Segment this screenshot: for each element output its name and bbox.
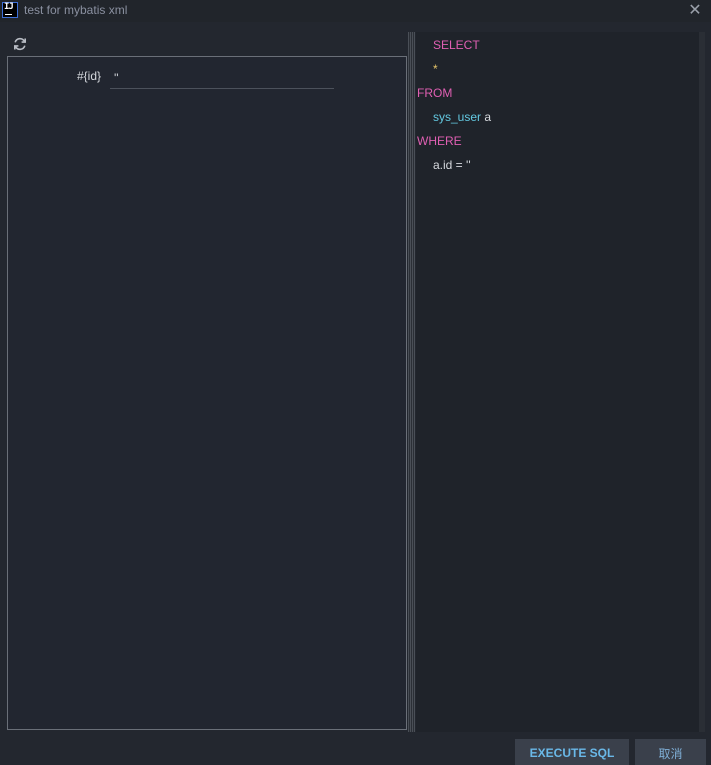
close-icon[interactable]: ✕ xyxy=(687,1,703,19)
sql-keyword-from: FROM xyxy=(417,86,453,100)
sql-table-alias: a xyxy=(484,110,492,124)
param-name: #{id} xyxy=(77,69,102,83)
sql-preview-panel: SELECT * FROM sys_user a WHERE a.id = '' xyxy=(416,32,705,732)
sql-select-star: * xyxy=(433,62,438,76)
execute-sql-button[interactable]: EXECUTE SQL xyxy=(515,739,629,765)
refresh-icon[interactable] xyxy=(12,36,28,52)
cancel-button[interactable]: 取消 xyxy=(635,739,706,765)
sql-keyword-select: SELECT xyxy=(433,38,480,52)
sql-where-condition: a.id = '' xyxy=(433,158,471,172)
sql-from-clause: sys_user a xyxy=(433,110,491,124)
window-title: test for mybatis xml xyxy=(24,3,128,17)
dialog-footer: EXECUTE SQL 取消 xyxy=(0,732,711,765)
param-value-input[interactable] xyxy=(110,67,334,89)
params-panel: #{id} xyxy=(7,56,407,730)
sql-scrollbar[interactable] xyxy=(699,32,705,732)
panel-splitter[interactable] xyxy=(408,32,415,732)
app-icon-text: IJ xyxy=(4,2,14,12)
intellij-idea-icon: IJ xyxy=(2,2,18,18)
title-bar: IJ test for mybatis xml ✕ xyxy=(0,0,711,22)
sql-table-name: sys_user xyxy=(433,110,482,124)
sql-keyword-where: WHERE xyxy=(417,134,462,148)
